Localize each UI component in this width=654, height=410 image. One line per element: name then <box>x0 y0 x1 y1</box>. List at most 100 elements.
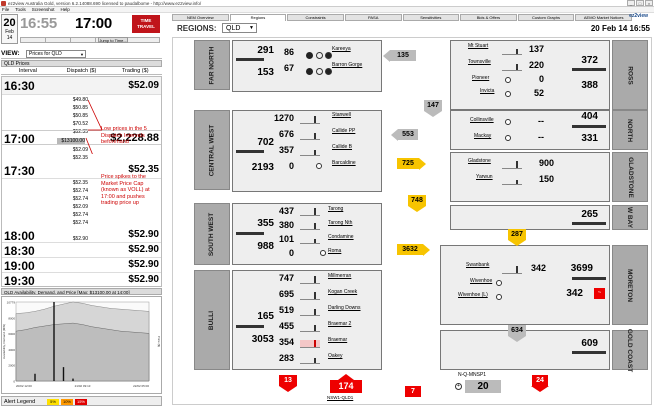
station-name[interactable]: Mt Stuart <box>468 43 488 49</box>
gas-icon <box>320 250 326 256</box>
station-name[interactable]: Gladstone <box>468 158 491 164</box>
station-name[interactable]: Yarwun <box>476 174 493 180</box>
close-button[interactable]: × <box>645 0 653 6</box>
station-name[interactable]: Collinsville <box>470 117 494 123</box>
station-name[interactable]: Barron Gorge <box>332 62 362 68</box>
station-name[interactable]: Mackay <box>474 133 491 139</box>
flow-3632[interactable]: 3632 <box>397 244 423 255</box>
zone-value: 331 <box>581 133 598 144</box>
zone-value: 609 <box>581 338 598 349</box>
station-mw: -- <box>538 132 544 142</box>
flow-24[interactable]: 24 <box>532 375 548 386</box>
flow-7[interactable]: 7 <box>405 386 421 397</box>
zone-label-north[interactable]: NORTH <box>612 110 648 150</box>
maximize-button[interactable]: □ <box>636 0 644 6</box>
tab-bids-offers[interactable]: Bids & Offers <box>460 14 517 21</box>
flow-147[interactable]: 147 <box>424 100 442 111</box>
flow-20[interactable]: 20 <box>465 380 501 393</box>
station-name[interactable]: Barcaldine <box>332 160 356 166</box>
price-row[interactable]: 16:30 $52.09 <box>2 77 161 95</box>
time-travel-button[interactable]: TIME TRAVEL <box>132 15 160 33</box>
interconnector-nq[interactable]: N-Q-MNSP1 <box>458 372 486 378</box>
station-name[interactable]: Pioneer <box>472 75 489 81</box>
view-select[interactable]: Prices for QLD ▼ <box>26 50 86 58</box>
station-name[interactable]: Braemar 2 <box>328 321 351 327</box>
zone-label-gold-coast[interactable]: GOLD COAST <box>612 328 648 372</box>
station-name[interactable]: Tarong <box>328 206 343 212</box>
minimize-button[interactable]: _ <box>627 0 635 6</box>
station-name[interactable]: Tarong Nth <box>328 220 352 226</box>
flow-553[interactable]: 553 <box>398 129 418 140</box>
zone-value: 342 <box>566 288 583 299</box>
price-row[interactable]: 19:30 $52.90 <box>2 273 161 286</box>
interconnector-nsw[interactable]: NSW1-QLD1 <box>327 395 353 400</box>
station-mw: 0 <box>538 74 544 84</box>
station-name[interactable]: Kareeya <box>332 46 351 52</box>
station-sparkline <box>300 116 320 124</box>
zone-label-central-west[interactable]: CENTRAL WEST <box>194 110 230 190</box>
zone-label-far-north[interactable]: FAR NORTH <box>194 40 230 90</box>
region-select[interactable]: QLD ▼ <box>222 23 257 33</box>
tab-sensitivities[interactable]: Sensitivities <box>402 14 460 21</box>
flow-174[interactable]: 174 <box>330 380 362 393</box>
zone-bar <box>236 150 264 153</box>
tab-constraints[interactable]: Constraints <box>287 14 344 21</box>
dollar-icon <box>325 68 332 75</box>
station-name[interactable]: Wivenhoe (L) <box>458 292 488 298</box>
interval-time: 18:30 <box>4 244 35 258</box>
zone-label-gladstone[interactable]: GLADSTONE <box>612 152 648 202</box>
time-slider[interactable] <box>20 37 160 43</box>
flow-arrow-left-icon <box>391 129 398 141</box>
flow-634[interactable]: 634 <box>508 325 526 336</box>
flow-748[interactable]: 748 <box>408 195 426 206</box>
tab-custom-graphs[interactable]: Custom Graphs <box>517 14 575 21</box>
menu-tools[interactable]: Tools <box>15 7 26 12</box>
tab-regions[interactable]: Regions <box>229 14 287 21</box>
zone-bar <box>572 222 606 225</box>
zone-label-moreton[interactable]: MORETON <box>612 245 648 325</box>
station-sparkline <box>300 276 320 284</box>
station-mw: 354 <box>278 337 294 347</box>
tab-nem-overview[interactable]: NEM Overview <box>172 14 229 21</box>
zone-label-ross[interactable]: ROSS <box>612 40 648 110</box>
station-name[interactable]: Condamine <box>328 234 354 240</box>
station-name[interactable]: Callide PP <box>332 128 355 134</box>
station-name[interactable]: Wivenhoe <box>470 278 492 284</box>
zone-value: 372 <box>581 55 598 66</box>
station-mw: 220 <box>528 60 544 70</box>
zone-label-wide-bay[interactable]: W BAY <box>612 205 648 230</box>
station-mw: 747 <box>278 273 294 283</box>
flow-13[interactable]: 13 <box>279 375 297 386</box>
annotation-arrows <box>85 99 103 154</box>
plus-icon[interactable]: + <box>455 383 462 390</box>
price-row[interactable]: 19:00 $52.90 <box>2 258 161 273</box>
availability-chart[interactable]: 10779 8000 6000 4000 2000 0 20/02 12:00 21/02 0… <box>1 296 162 394</box>
menu-file[interactable]: File <box>2 7 9 12</box>
hydro-icon <box>306 52 313 59</box>
station-name[interactable]: Invicta <box>480 88 494 94</box>
region-date: 20 Feb 14 16:55 <box>590 24 650 33</box>
zone-label-south-west[interactable]: SOUTH WEST <box>194 203 230 265</box>
station-name[interactable]: Callide B <box>332 144 352 150</box>
interval-time: 17:00 <box>4 132 35 146</box>
y-tick-label: 6000 <box>8 332 15 336</box>
station-name[interactable]: Roma <box>328 248 341 254</box>
jump-to-time-button[interactable]: Jump to Time... <box>98 37 128 43</box>
zone-label-bulli[interactable]: BULLI <box>194 270 230 370</box>
flow-135[interactable]: 135 <box>390 50 416 61</box>
price-row[interactable]: 18:30 $52.90 <box>2 243 161 258</box>
station-name[interactable]: Braemar <box>328 337 347 343</box>
station-name[interactable]: Stanwell <box>332 112 351 118</box>
flow-arrow-down-icon <box>424 111 442 117</box>
station-name[interactable]: Swanbank <box>466 262 489 268</box>
station-name[interactable]: Kogan Creek <box>328 289 357 295</box>
tab-pasa[interactable]: PASA <box>344 14 402 21</box>
menu-screenshot[interactable]: Screenshot <box>32 7 55 12</box>
station-name[interactable]: Darling Downs <box>328 305 361 311</box>
menu-help[interactable]: Help <box>61 7 70 12</box>
flow-725[interactable]: 725 <box>397 158 419 169</box>
station-name[interactable]: Oakey <box>328 353 342 359</box>
station-name[interactable]: Townsville <box>468 59 491 65</box>
station-name[interactable]: Millmerran <box>328 273 351 279</box>
flow-287[interactable]: 287 <box>508 229 526 240</box>
